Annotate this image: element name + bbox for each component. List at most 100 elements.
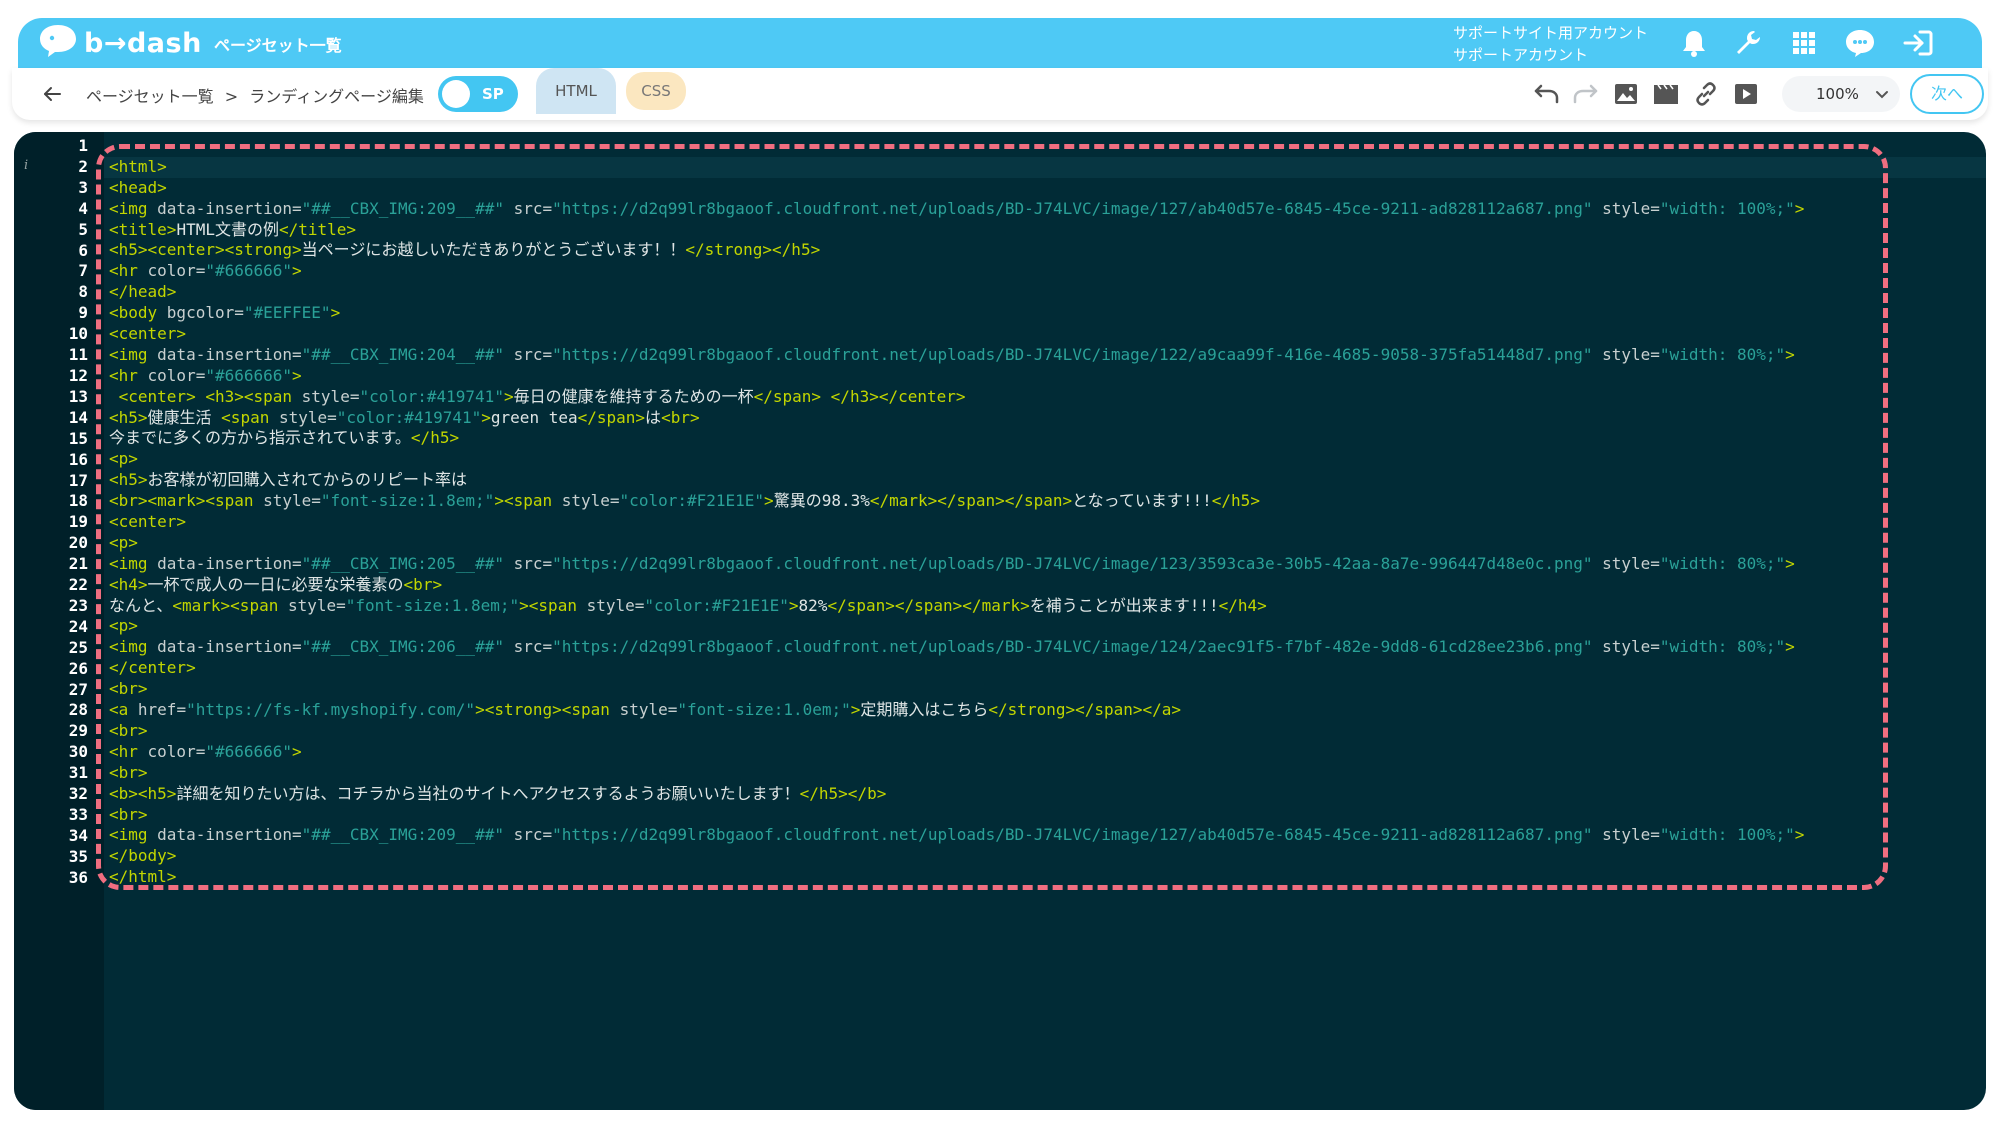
code-line[interactable]: <a href="https://fs-kf.myshopify.com/"><… [109,700,1804,721]
zoom-select[interactable]: 100% [1782,76,1900,112]
play-icon[interactable] [1732,80,1760,108]
back-arrow-icon[interactable] [40,82,64,106]
line-number: 23 [68,595,88,615]
code-token: data-insertion= [157,825,302,845]
line-number: 25 [68,637,88,657]
code-line[interactable]: <center> [109,512,1804,533]
code-token: <p> [109,532,138,552]
code-token: > [788,595,799,615]
code-line[interactable]: <br> [109,721,1804,742]
code-token: src= [503,344,553,364]
code-token: HTML文書の例 [176,219,279,239]
html-source[interactable]: <html> <head> <img data-insertion="##__CBX… [109,136,1804,888]
code-line[interactable]: <head> [109,178,1804,199]
code-line[interactable]: <img data-insertion="##__CBX_IMG:204__##… [109,345,1804,366]
code-line[interactable]: <br> [109,763,1804,784]
line-number: 10 [68,324,88,344]
code-line[interactable]: <p> [109,449,1804,470]
line-number: 16 [68,449,88,469]
code-line[interactable]: </body> [109,846,1804,867]
code-line[interactable]: <center> [109,324,1804,345]
code-line[interactable]: <h5><center><strong>当ページにお越しいただきありがとうござい… [109,240,1804,261]
code-line[interactable]: <img data-insertion="##__CBX_IMG:209__##… [109,199,1804,220]
link-icon[interactable] [1692,80,1720,108]
breadcrumb-current: ランディングページ編集 [249,87,424,106]
code-token: > [764,491,774,511]
code-line[interactable]: <title>HTML文書の例</title> [109,220,1804,241]
account-info[interactable]: サポートサイト用アカウント サポートアカウント [1453,22,1648,66]
code-token: <hr [109,365,148,385]
code-line[interactable]: <br> [109,679,1804,700]
code-token: は [645,407,662,427]
code-token: </mark></span></span> [869,491,1073,511]
code-line[interactable]: <img data-insertion="##__CBX_IMG:206__##… [109,637,1804,658]
support-chat-icon[interactable] [1844,27,1876,59]
undo-icon[interactable] [1532,80,1560,108]
code-line[interactable]: <br><mark><span style="font-size:1.8em;"… [109,491,1804,512]
code-token: 驚異の98.3% [773,491,870,511]
tab-html[interactable]: HTML [536,68,616,114]
code-line[interactable]: <img data-insertion="##__CBX_IMG:209__##… [109,825,1804,846]
code-token: となっています!!! [1072,491,1212,511]
code-token: <br> [109,720,148,740]
logout-icon[interactable] [1902,27,1934,59]
code-line[interactable]: <center> <h3><span style="color:#419741"… [109,387,1804,408]
code-token: data-insertion= [157,637,302,657]
code-token: src= [503,825,553,845]
tab-css[interactable]: CSS [626,72,686,110]
code-line[interactable]: </head> [109,282,1804,303]
code-token: > [503,386,514,406]
code-token: ><span [519,595,587,615]
code-line[interactable]: <html> [109,157,1804,178]
code-token: "color:#F21E1E" [644,595,789,615]
code-token: style= [278,407,337,427]
code-token: <br> [661,407,700,427]
page-title: ページセット一覧 [214,36,342,55]
sp-toggle[interactable]: SP [438,76,518,112]
code-editor[interactable]: i 1 2 3 4 5 6 7 8 9 10 11 12 13 14 15 16 17 18 19 20 21 22 23 2… [14,132,1986,1110]
code-line[interactable]: <br> [109,805,1804,826]
code-token: 詳細を知りたい方は、コチラから当社のサイトへアクセスするようお願いいたします！ [176,783,800,803]
code-line[interactable]: <hr color="#666666"> [109,742,1804,763]
line-number: 27 [68,679,88,699]
code-token: style= [619,700,678,720]
code-token: "#666666" [205,365,293,385]
code-line[interactable]: 今までに多くの方から指示されています。</h5> [109,428,1804,449]
image-icon[interactable] [1612,80,1640,108]
code-line[interactable] [109,136,1804,157]
code-line[interactable]: <hr color="#666666"> [109,366,1804,387]
code-line[interactable]: <hr color="#666666"> [109,261,1804,282]
code-line[interactable]: <b><h5>詳細を知りたい方は、コチラから当社のサイトへアクセスするようお願い… [109,784,1804,805]
code-token: <img [109,553,158,573]
line-number: 21 [68,554,88,574]
redo-icon[interactable] [1572,80,1600,108]
code-line[interactable]: <img data-insertion="##__CBX_IMG:205__##… [109,554,1804,575]
wrench-icon[interactable] [1732,27,1764,59]
code-token: </html> [109,867,177,887]
breadcrumb-root[interactable]: ページセット一覧 [86,87,214,106]
brand-logo[interactable]: b→dash [38,24,202,62]
code-token: style= [561,491,620,511]
code-token: "https://fs-kf.myshopify.com/" [186,700,476,720]
line-number: 2 [78,156,88,176]
code-token: "##__CBX_IMG:204__##" [301,344,504,364]
code-token: <h5><center><strong> [109,240,302,260]
code-line[interactable]: </center> [109,658,1804,679]
line-number: 1 [78,136,88,155]
code-line[interactable]: <body bgcolor="#EEFFEE"> [109,303,1804,324]
bell-icon[interactable] [1678,27,1710,59]
next-button[interactable]: 次へ [1910,74,1984,114]
code-token: <img [109,198,158,218]
apps-grid-icon[interactable] [1788,27,1820,59]
code-token: <center> [109,324,187,344]
code-line[interactable]: <p> [109,616,1804,637]
code-line[interactable]: <h4>一杯で成人の一日に必要な栄養素の<br> [109,575,1804,596]
line-number: 24 [68,616,88,636]
code-line[interactable]: </html> [109,867,1804,888]
code-line[interactable]: <h5>お客様が初回購入されてからのリピート率は [109,470,1804,491]
code-line[interactable]: <p> [109,533,1804,554]
film-icon[interactable] [1652,80,1680,108]
code-line[interactable]: <h5>健康生活 <span style="color:#419741">gre… [109,408,1804,429]
code-token: </h5> [410,428,460,448]
code-line[interactable]: なんと、<mark><span style="font-size:1.8em;"… [109,596,1804,617]
